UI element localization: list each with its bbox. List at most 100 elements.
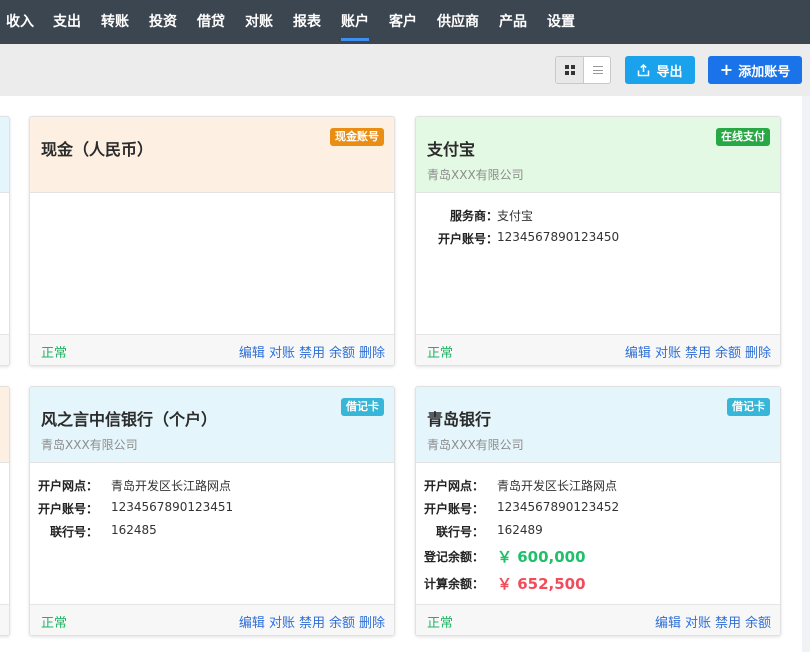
field-value: 162489 [497, 523, 543, 537]
nav-item-expense[interactable]: 支出 [53, 12, 81, 32]
field-row: 服务商： 支付宝 [416, 207, 533, 227]
nav-item-income[interactable]: 收入 [6, 12, 34, 32]
account-type-badge: 现金账号 [330, 128, 384, 146]
reconcile-link[interactable]: 对账 [655, 342, 681, 361]
disable-link[interactable]: 禁用 [299, 342, 325, 361]
export-button[interactable]: 导出 [625, 56, 695, 84]
toolbar: 导出 + 添加账号 [0, 44, 810, 96]
partial-card [0, 386, 10, 636]
balance-link[interactable]: 余额 [329, 342, 355, 361]
card-title: 风之言中信银行（个户） [41, 410, 218, 429]
balance-link[interactable]: 余额 [715, 342, 741, 361]
registered-balance-value: ￥ 600,000 [497, 548, 586, 566]
account-grid: 现金（人民币） 现金账号 正常 编辑 对账 禁用 余额 删除 支付宝 青岛XXX… [0, 96, 802, 652]
card-title: 支付宝 [427, 140, 476, 159]
field-label: 开户网点： [37, 479, 98, 493]
account-card-qingdao-bank: 青岛银行 青岛XXX有限公司 借记卡 开户网点： 青岛开发区长江路网点 开户账号… [415, 386, 781, 636]
top-nav: 收入 支出 转账 投资 借贷 对账 报表 账户 客户 供应商 产品 设置 [0, 0, 810, 44]
card-footer: 正常 编辑 对账 禁用 余额 删除 [416, 334, 780, 365]
delete-link[interactable]: 删除 [359, 342, 385, 361]
field-row: 登记余额： ￥ 600,000 [416, 548, 586, 568]
nav-item-reconcile[interactable]: 对账 [245, 12, 273, 32]
card-footer: 正常 编辑 对账 禁用 余额 [416, 604, 780, 635]
balance-link[interactable]: 余额 [329, 612, 355, 631]
reconcile-link[interactable]: 对账 [269, 612, 295, 631]
account-card-alipay: 支付宝 青岛XXX有限公司 在线支付 服务商： 支付宝 开户账号： 123456… [415, 116, 781, 366]
nav-item-transfer[interactable]: 转账 [101, 12, 129, 32]
card-footer: 正常 编辑 对账 禁用 余额 删除 [30, 334, 394, 365]
delete-link[interactable]: 删除 [745, 342, 771, 361]
field-label: 登记余额： [423, 550, 484, 564]
field-label: 开户账号： [437, 232, 498, 246]
field-label: 联行号： [49, 525, 98, 539]
view-toggle [555, 56, 611, 84]
list-view-button[interactable] [584, 57, 610, 83]
balance-link[interactable]: 余额 [745, 612, 771, 631]
field-label: 计算余额： [423, 577, 484, 591]
card-title: 现金（人民币） [41, 140, 154, 159]
card-subtitle: 青岛XXX有限公司 [427, 168, 524, 182]
reconcile-link[interactable]: 对账 [685, 612, 711, 631]
field-row: 计算余额： ￥ 652,500 [416, 575, 586, 595]
field-label: 联行号： [435, 525, 484, 539]
field-label: 服务商： [449, 209, 498, 223]
grid-icon [564, 65, 575, 75]
field-row: 开户网点： 青岛开发区长江路网点 [30, 477, 231, 497]
grid-view-button[interactable] [556, 57, 584, 83]
status-text: 正常 [41, 616, 68, 631]
account-type-badge: 借记卡 [727, 398, 770, 416]
status-text: 正常 [427, 346, 454, 361]
field-row: 联行号： 162485 [30, 523, 157, 543]
partial-card [0, 116, 10, 366]
nav-item-account[interactable]: 账户 [341, 12, 369, 41]
field-value: 1234567890123450 [497, 230, 620, 244]
edit-link[interactable]: 编辑 [655, 612, 681, 631]
field-row: 联行号： 162489 [416, 523, 543, 543]
account-card-cash: 现金（人民币） 现金账号 正常 编辑 对账 禁用 余额 删除 [29, 116, 395, 366]
field-label: 开户网点： [423, 479, 484, 493]
field-value: 青岛开发区长江路网点 [497, 479, 618, 493]
field-row: 开户账号： 1234567890123452 [416, 500, 619, 520]
list-icon [593, 66, 603, 74]
field-value: 1234567890123451 [111, 500, 234, 514]
field-row: 开户账号： 1234567890123451 [30, 500, 233, 520]
card-header: 支付宝 青岛XXX有限公司 在线支付 [416, 117, 780, 193]
card-header: 青岛银行 青岛XXX有限公司 借记卡 [416, 387, 780, 463]
card-subtitle: 青岛XXX有限公司 [41, 438, 138, 452]
card-footer: 正常 编辑 对账 禁用 余额 删除 [30, 604, 394, 635]
card-title: 青岛银行 [427, 410, 492, 429]
account-type-badge: 借记卡 [341, 398, 384, 416]
field-row: 开户网点： 青岛开发区长江路网点 [416, 477, 617, 497]
field-value: 支付宝 [497, 209, 534, 223]
delete-link[interactable]: 删除 [359, 612, 385, 631]
field-value: 青岛开发区长江路网点 [111, 479, 232, 493]
status-text: 正常 [41, 346, 68, 361]
nav-item-report[interactable]: 报表 [293, 12, 321, 32]
account-type-badge: 在线支付 [716, 128, 770, 146]
edit-link[interactable]: 编辑 [239, 612, 265, 631]
disable-link[interactable]: 禁用 [299, 612, 325, 631]
add-account-button[interactable]: + 添加账号 [708, 56, 802, 84]
add-account-button-label: 添加账号 [738, 64, 791, 80]
field-label: 开户账号： [423, 502, 484, 516]
nav-item-supplier[interactable]: 供应商 [437, 12, 479, 32]
disable-link[interactable]: 禁用 [685, 342, 711, 361]
disable-link[interactable]: 禁用 [715, 612, 741, 631]
edit-link[interactable]: 编辑 [625, 342, 651, 361]
edit-link[interactable]: 编辑 [239, 342, 265, 361]
nav-item-product[interactable]: 产品 [499, 12, 527, 32]
nav-item-investment[interactable]: 投资 [149, 12, 177, 32]
field-value: 1234567890123452 [497, 500, 620, 514]
field-value: 162485 [111, 523, 157, 537]
field-row: 开户账号： 1234567890123450 [416, 230, 619, 250]
computed-balance-value: ￥ 652,500 [497, 575, 586, 593]
field-label: 开户账号： [37, 502, 98, 516]
nav-item-customer[interactable]: 客户 [389, 12, 417, 32]
account-card-citic: 风之言中信银行（个户） 青岛XXX有限公司 借记卡 开户网点： 青岛开发区长江路… [29, 386, 395, 636]
reconcile-link[interactable]: 对账 [269, 342, 295, 361]
nav-item-settings[interactable]: 设置 [547, 12, 575, 32]
card-subtitle: 青岛XXX有限公司 [427, 438, 524, 452]
nav-item-loan[interactable]: 借贷 [197, 12, 225, 32]
export-button-label: 导出 [656, 64, 683, 80]
status-text: 正常 [427, 616, 454, 631]
